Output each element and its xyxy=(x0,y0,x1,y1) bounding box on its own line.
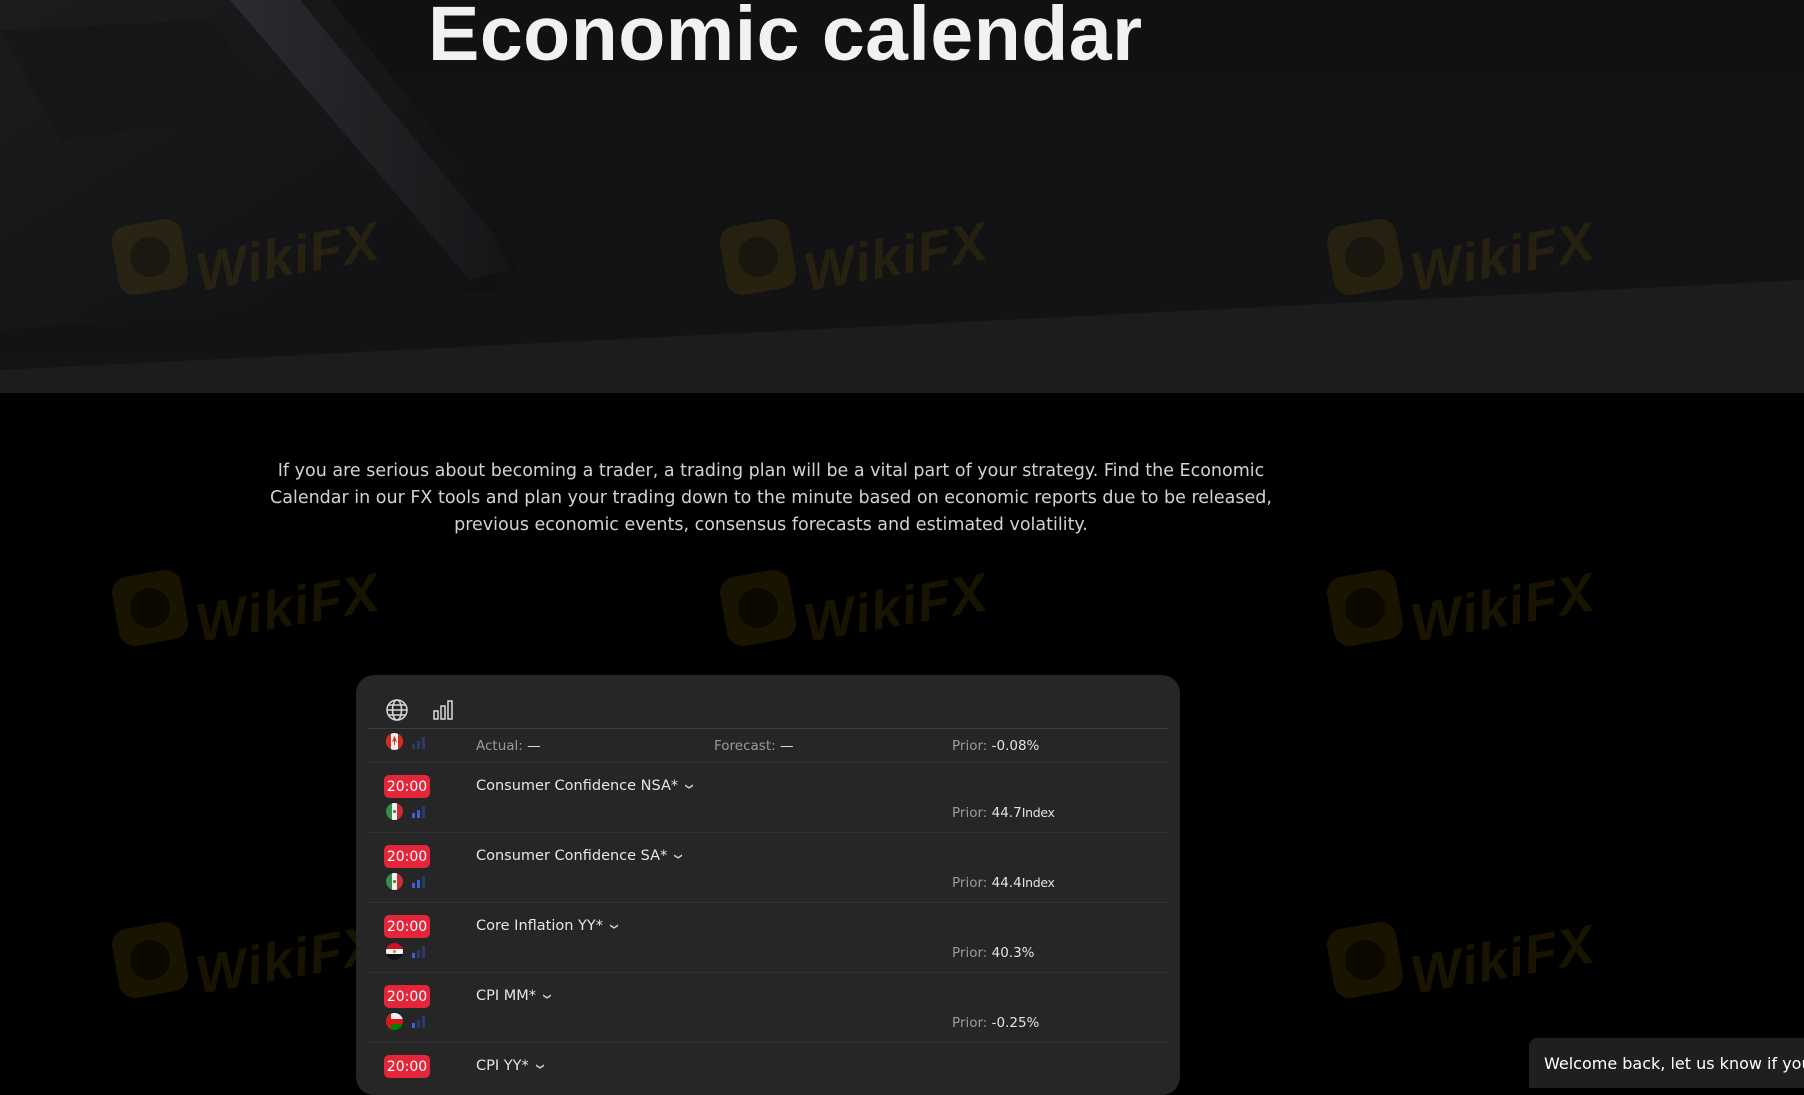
oman-flag-icon xyxy=(386,1013,403,1030)
table-row[interactable]: 20:00 CPI MM* ❯ Prior: -0.25% xyxy=(368,973,1168,1043)
table-row[interactable]: 20:00 Consumer Confidence NSA* ❯ Prior: 4… xyxy=(368,763,1168,833)
prior-value: Prior: 44.4Index xyxy=(952,875,1055,891)
wikifx-logo-icon xyxy=(717,567,799,649)
economic-calendar-widget: Actual: — Forecast: — Prior: -0.08% 20:0… xyxy=(356,675,1180,1095)
bar-chart-icon[interactable] xyxy=(430,697,456,723)
watermark: WikiFX xyxy=(109,914,384,1006)
forecast-value: Forecast: — xyxy=(714,738,794,754)
egypt-flag-icon xyxy=(386,943,403,960)
wikifx-logo-icon xyxy=(1324,567,1406,649)
canada-flag-icon xyxy=(386,733,403,750)
wikifx-logo-icon xyxy=(1324,919,1406,1001)
globe-icon[interactable] xyxy=(384,697,410,723)
event-time-badge: 20:00 xyxy=(384,1055,430,1078)
event-name[interactable]: Core Inflation YY* ❯ xyxy=(476,918,619,934)
mexico-flag-icon xyxy=(386,803,403,820)
impact-indicator-icon xyxy=(412,875,426,888)
impact-indicator-icon xyxy=(412,1015,426,1028)
prior-value: Prior: 44.7Index xyxy=(952,805,1055,821)
event-name[interactable]: Consumer Confidence SA* ❯ xyxy=(476,848,683,864)
impact-indicator-icon xyxy=(412,805,426,818)
prior-value: Prior: -0.25% xyxy=(952,1015,1040,1031)
prior-value: Prior: 40.3% xyxy=(952,945,1035,961)
wikifx-logo-icon xyxy=(109,919,191,1001)
watermark: WikiFX xyxy=(1324,562,1599,654)
wikifx-logo-icon xyxy=(109,567,191,649)
intro-paragraph: If you are serious about becoming a trad… xyxy=(270,461,1272,535)
table-row[interactable]: 20:00 CPI YY* ❯ xyxy=(368,1043,1168,1095)
event-name[interactable]: CPI MM* ❯ xyxy=(476,988,552,1004)
event-name[interactable]: CPI YY* ❯ xyxy=(476,1058,544,1074)
table-row[interactable]: 20:00 Core Inflation YY* ❯ Prior: 40.3% xyxy=(368,903,1168,973)
watermark: WikiFX xyxy=(109,562,384,654)
page-title: Economic calendar xyxy=(428,0,1143,77)
chevron-down-icon: ❯ xyxy=(684,782,694,790)
calendar-toolbar xyxy=(384,697,456,723)
event-time-badge: 20:00 xyxy=(384,775,430,798)
prior-value: Prior: -0.08% xyxy=(952,738,1040,754)
mexico-flag-icon xyxy=(386,873,403,890)
impact-indicator-icon xyxy=(412,945,426,958)
table-row[interactable]: Actual: — Forecast: — Prior: -0.08% xyxy=(368,729,1168,763)
impact-indicator-icon xyxy=(412,736,426,749)
chat-prompt[interactable]: Welcome back, let us know if you xyxy=(1529,1038,1804,1088)
event-time-badge: 20:00 xyxy=(384,845,430,868)
chevron-down-icon: ❯ xyxy=(609,922,619,930)
table-row[interactable]: 20:00 Consumer Confidence SA* ❯ Prior: 44… xyxy=(368,833,1168,903)
watermark: WikiFX xyxy=(717,562,992,654)
watermark: WikiFX xyxy=(1324,914,1599,1006)
event-name[interactable]: Consumer Confidence NSA* ❯ xyxy=(476,778,694,794)
chevron-down-icon: ❯ xyxy=(535,1062,545,1070)
event-time-badge: 20:00 xyxy=(384,915,430,938)
event-time-badge: 20:00 xyxy=(384,985,430,1008)
chevron-down-icon: ❯ xyxy=(674,852,683,860)
chevron-down-icon: ❯ xyxy=(542,992,552,1000)
actual-value: Actual: — xyxy=(476,738,541,754)
hero-banner: Economic calendar xyxy=(0,0,1804,393)
